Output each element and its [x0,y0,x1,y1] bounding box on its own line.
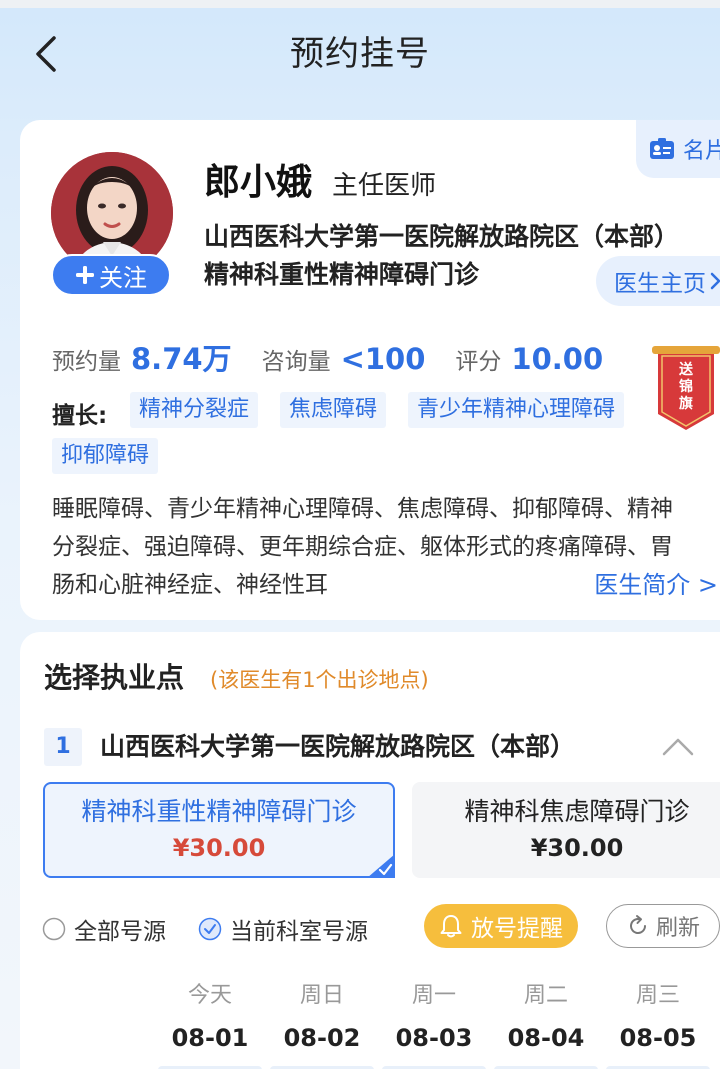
doctor-home-button[interactable]: 医生主页 [596,256,720,306]
site-number-badge: 1 [44,728,82,766]
doctor-home-label: 医生主页 [614,271,706,297]
department-name: 精神科重性精神障碍门诊 [81,797,357,826]
page-header: 预约挂号 [0,8,720,100]
release-reminder-button[interactable]: 放号提醒 [424,904,578,948]
doctor-title: 主任医师 [332,171,437,201]
refresh-label: 刷新 [655,916,700,941]
skill-tag[interactable]: 抑郁障碍 [52,438,159,474]
day-column[interactable]: 周一 08-03 [380,978,488,1069]
day-date: 08-04 [507,1024,585,1052]
department-option[interactable]: 精神科焦虑障碍门诊 ¥30.00 [412,782,720,878]
source-filter-row: 全部号源 当前科室号源 放号提醒 刷新 [42,904,720,948]
day-column[interactable]: 周三 08-05 [604,978,712,1069]
day-date: 08-01 [171,1024,249,1052]
refresh-icon [629,915,646,934]
stat-label: 评分 [455,349,502,375]
stat-value: 10.00 [511,342,604,376]
page-title: 预约挂号 [290,34,430,74]
day-column[interactable]: 周二 08-04 [492,978,600,1069]
namecard-button[interactable]: 名片 [636,120,720,178]
chevron-up-icon [662,738,694,756]
skills-label: 擅长: [52,403,108,429]
department-name: 精神科焦虑障碍门诊 [464,797,690,826]
date-selector: 今天 08-01 周日 08-02 周一 08-03 周二 08-04 周三 0… [156,978,716,1069]
status-strip [0,0,720,8]
radio-checked-icon [198,917,222,941]
badge-char: 送锦旗 [678,361,694,412]
day-weekday: 周日 [299,983,344,1008]
radio-current-dept[interactable]: 当前科室号源 [198,912,368,946]
namecard-label: 名片 [682,139,720,164]
skill-tag[interactable]: 焦虑障碍 [280,392,387,428]
stat-label: 咨询量 [261,349,331,375]
stat-value: <100 [340,342,426,376]
refresh-button[interactable]: 刷新 [606,904,720,948]
doctor-card: 名片 关注 郎小娥 主任医师 山西医科大学第一医院解放路院区（本部） 精神科重性… [20,120,720,620]
skill-tag[interactable]: 青少年精神心理障碍 [408,392,625,428]
skill-tag[interactable]: 精神分裂症 [130,392,259,428]
day-weekday: 周一 [411,983,456,1008]
plus-icon [76,266,94,284]
doctor-stats: 预约量 8.74万 咨询量 <100 评分 10.00 [52,336,633,376]
practice-location-card: 选择执业点 (该医生有1个出诊地点) 1 山西医科大学第一医院解放路院区（本部）… [20,632,720,1069]
radio-label: 当前科室号源 [230,919,368,945]
reminder-label: 放号提醒 [471,916,563,942]
department-option-selected[interactable]: 精神科重性精神障碍门诊 ¥30.00 [43,782,395,878]
day-weekday: 今天 [187,983,232,1008]
radio-all-sources[interactable]: 全部号源 [42,912,166,946]
day-column[interactable]: 周日 08-02 [268,978,376,1069]
location-count-note: (该医生有1个出诊地点) [210,668,429,692]
follow-button[interactable]: 关注 [51,254,171,296]
day-date: 08-02 [283,1024,361,1052]
stat-value: 8.74万 [131,342,232,376]
chevron-right-icon [710,272,720,290]
id-card-icon [649,138,674,159]
department-price: ¥30.00 [172,834,266,862]
radio-unchecked-icon [42,917,66,941]
banner-flag-icon: 送锦旗 [652,346,720,430]
send-banner-badge[interactable]: 送锦旗 [652,344,720,432]
follow-label: 关注 [99,263,147,292]
day-weekday: 周三 [635,983,680,1008]
day-date: 08-03 [395,1024,473,1052]
check-corner-icon [367,854,395,878]
department-price: ¥30.00 [530,834,624,862]
section-title: 选择执业点 [44,661,185,694]
bell-icon [440,915,462,938]
stat-label: 预约量 [52,349,121,375]
day-column[interactable]: 今天 08-01 [156,978,264,1069]
day-weekday: 周二 [523,983,568,1008]
collapse-toggle[interactable] [660,732,696,762]
radio-label: 全部号源 [74,919,166,945]
doctor-intro-link[interactable]: 医生简介 > [568,566,718,604]
doctor-name: 郎小娥 [204,162,313,203]
site-name: 山西医科大学第一医院解放路院区（本部） [100,732,576,761]
day-date: 08-05 [619,1024,697,1052]
